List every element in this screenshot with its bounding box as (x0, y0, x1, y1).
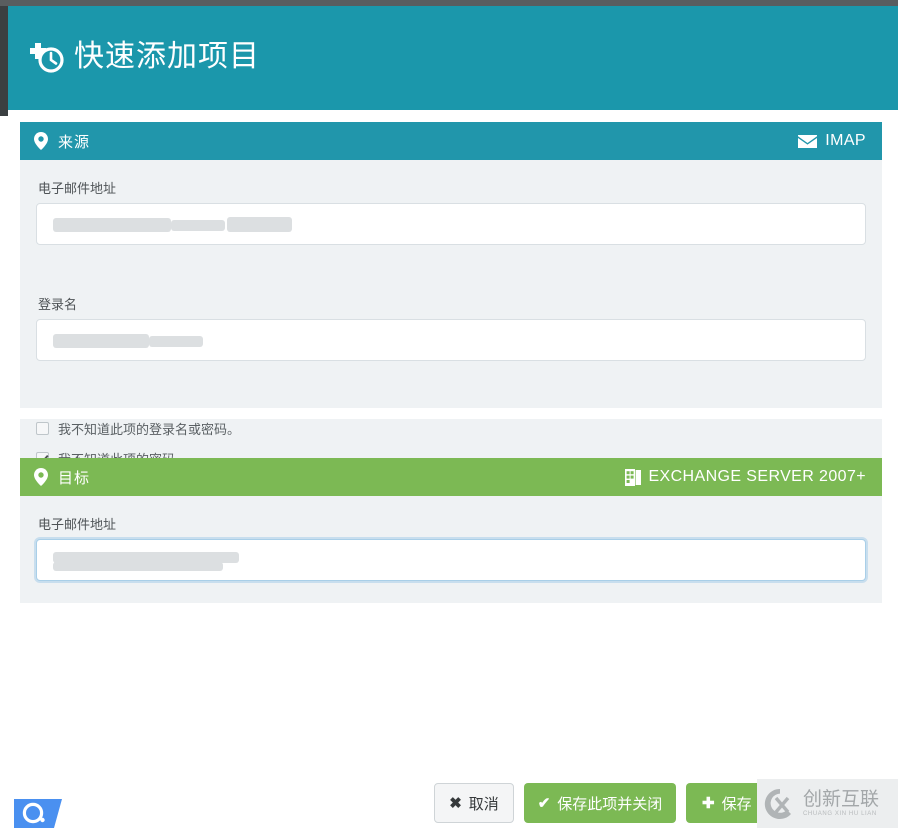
source-login-group: 登录名 (20, 284, 882, 408)
close-icon: ✖ (449, 795, 462, 812)
plus-clock-icon (30, 43, 64, 73)
save-and-close-button-label: 保存此项并关闭 (557, 795, 663, 813)
watermark-text-group: 创新互联 CHUANG XIN HU LIAN (803, 789, 879, 819)
target-email-label: 电子邮件地址 (38, 517, 117, 532)
target-email-input[interactable] (36, 539, 866, 581)
source-panel: 来源 IMAP 电子邮件地址 登录名 我不知道此项的登录名或密码。 (20, 122, 882, 486)
source-panel-header: 来源 IMAP (20, 122, 882, 160)
source-badge-label: IMAP (825, 132, 866, 149)
location-pin-icon (34, 468, 48, 486)
watermark-main-text: 创新互联 (803, 788, 880, 810)
envelope-icon (798, 134, 818, 148)
source-login-input[interactable] (36, 319, 866, 361)
source-badge: IMAP (798, 132, 866, 150)
target-badge: EXCHANGE SERVER 2007+ (625, 468, 866, 486)
window-left-edge (0, 6, 8, 116)
exchange-server-icon (625, 468, 642, 486)
target-heading-label: 目标 (58, 469, 91, 487)
checkbox-no-login-label: 我不知道此项的登录名或密码。 (58, 422, 241, 437)
plus-icon: ✚ (702, 795, 715, 812)
target-panel: 目标 EXCHANGE SERVER 2007+ 电子邮件地址 (20, 458, 882, 603)
target-heading-group: 目标 (34, 467, 90, 488)
check-icon: ✔ (537, 795, 551, 812)
window-title-bar: 快速添加项目 (8, 6, 898, 110)
redaction-bar (227, 217, 292, 232)
source-heading-label: 来源 (58, 133, 91, 151)
save-and-close-button[interactable]: ✔ 保存此项并关闭 (524, 783, 676, 823)
redaction-bar (53, 334, 149, 348)
source-email-input[interactable] (36, 203, 866, 245)
redaction-bar (53, 218, 171, 232)
checkbox-no-login[interactable] (36, 422, 49, 435)
redaction-bar (171, 220, 225, 231)
checkbox-row-no-login[interactable]: 我不知道此项的登录名或密码。 (36, 419, 866, 438)
target-badge-label: EXCHANGE SERVER 2007+ (648, 468, 866, 485)
source-panel-body: 电子邮件地址 (20, 160, 882, 284)
o-circle-logo-icon (14, 799, 62, 828)
cx-circle-logo-icon (764, 788, 791, 819)
location-pin-icon (34, 132, 48, 150)
cancel-button-label: 取消 (468, 795, 499, 813)
redaction-bar (53, 562, 223, 571)
source-heading-group: 来源 (34, 131, 90, 152)
source-email-label: 电子邮件地址 (38, 181, 117, 196)
application-window: 快速添加项目 来源 IMAP 电子邮件地址 登录名 我不知道此项的登录名或密码。… (0, 0, 898, 828)
save-and-new-button-label: 保存 (721, 795, 752, 813)
source-login-label: 登录名 (38, 297, 78, 312)
watermark: 创新互联 CHUANG XIN HU LIAN (757, 779, 898, 828)
target-panel-body: 电子邮件地址 (20, 496, 882, 603)
redaction-bar (149, 336, 203, 347)
watermark-sub-text: CHUANG XIN HU LIAN (803, 810, 877, 817)
cancel-button[interactable]: ✖ 取消 (434, 783, 514, 823)
target-panel-header: 目标 EXCHANGE SERVER 2007+ (20, 458, 882, 496)
title-row: 快速添加项目 (30, 40, 260, 74)
page-title: 快速添加项目 (74, 40, 260, 73)
